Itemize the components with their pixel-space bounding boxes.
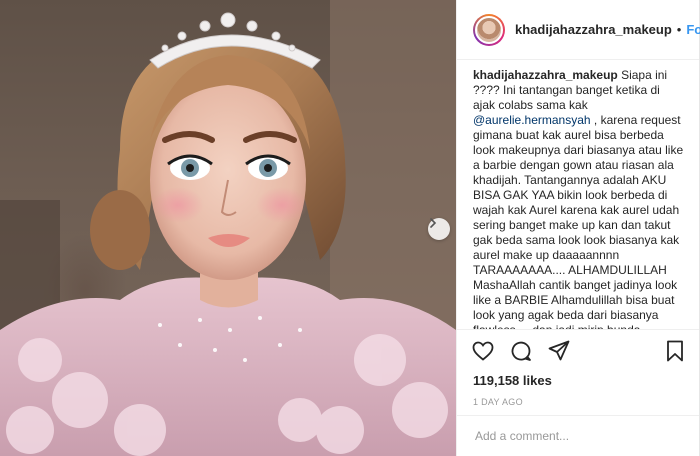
caption-text: Siapa ini ???? Ini tantangan banget keti… xyxy=(473,68,683,329)
avatar[interactable] xyxy=(473,13,505,46)
post-date: 1 DAY AGO xyxy=(457,391,699,416)
bookmark-icon[interactable] xyxy=(663,339,687,363)
caption-username[interactable]: khadijahazzahra_makeup xyxy=(473,68,618,82)
next-photo-button[interactable] xyxy=(428,218,450,240)
header-separator: • xyxy=(676,22,682,37)
heart-outline-icon[interactable] xyxy=(471,339,495,363)
portrait-illustration xyxy=(0,0,456,456)
comment-box xyxy=(457,416,699,456)
speech-bubble-icon[interactable] xyxy=(509,339,533,363)
follow-button[interactable]: Follow xyxy=(686,22,700,37)
caption-text-segment: , karena request gimana buat kak aurel b… xyxy=(473,113,684,329)
post-header: khadijahazzahra_makeup • Follow xyxy=(457,0,700,60)
caption: khadijahazzahra_makeup Siapa ini ???? In… xyxy=(457,60,699,329)
likes-count[interactable]: 119,158 likes xyxy=(457,371,699,391)
header-username[interactable]: khadijahazzahra_makeup xyxy=(515,22,672,37)
instagram-post: khadijahazzahra_makeup • Follow khadijah… xyxy=(0,0,700,456)
post-sidebar: khadijahazzahra_makeup • Follow khadijah… xyxy=(456,0,700,456)
paper-plane-icon[interactable] xyxy=(547,339,571,363)
action-bar xyxy=(457,329,699,371)
caption-mention-link[interactable]: @aurelie.hermansyah xyxy=(473,113,591,127)
post-photo[interactable] xyxy=(0,0,456,456)
comment-input[interactable] xyxy=(473,428,683,444)
chevron-right-icon xyxy=(430,218,437,228)
